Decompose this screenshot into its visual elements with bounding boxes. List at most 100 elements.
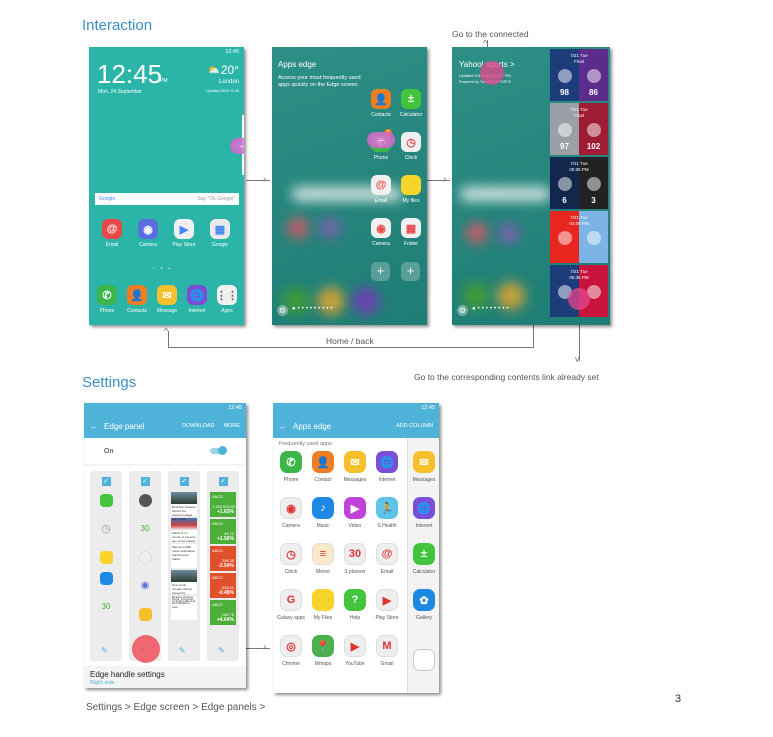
edit-pencil-icon[interactable]: ✎ — [218, 646, 225, 655]
galaxy-apps-icon: G — [280, 589, 302, 611]
grid-app-contact[interactable]: 👤 Contact — [308, 451, 338, 483]
grid-app-memo[interactable]: ≡ Memo — [308, 543, 338, 575]
edge-handle-settings[interactable]: Edge handle settings — [90, 670, 165, 679]
edge-column-app-calculator[interactable]: ± Calculator — [409, 543, 439, 575]
app-label: Camera — [282, 523, 300, 529]
panel-column-stocks[interactable]: ✓ ABCD 1,330,000.00 +1.63% ABCD 34.72 +1.56% A… — [207, 471, 239, 661]
grid-app-chrome[interactable]: ◎ Chrome — [276, 635, 306, 667]
grid-app-s-planner[interactable]: 30 S planner — [340, 543, 370, 575]
on-toggle[interactable] — [210, 446, 227, 455]
contacts-icon: 👤 — [371, 89, 391, 109]
panel-column-apps[interactable]: ✓ ◷ 30 ✎ — [90, 471, 122, 661]
grid-app-galaxy-apps[interactable]: G Galaxy apps — [276, 589, 306, 621]
app-google[interactable]: ▦ Google — [205, 219, 235, 248]
grid-app-music[interactable]: ♪ Music — [308, 497, 338, 529]
dock-apps[interactable]: ⋮⋮ Apps — [212, 285, 242, 314]
email-icon: @ — [102, 219, 122, 239]
app-label: Music — [316, 523, 330, 529]
back-arrow-icon[interactable]: ← — [90, 422, 98, 431]
game-home-team[interactable]: 7/21 Tue 05:35 PM 6 — [550, 157, 589, 209]
app-camera[interactable]: ◉ Camera — [133, 219, 163, 248]
google-search-bar[interactable]: Google Say "Ok Google" — [95, 193, 239, 205]
grid-app-clock[interactable]: ◷ Clock — [276, 543, 306, 575]
settings-gear-icon[interactable]: ⚙ — [457, 305, 468, 316]
checkbox-icon[interactable]: ✓ — [179, 477, 189, 486]
status-time: 12:45 — [421, 405, 435, 411]
play-store-icon: ▶ — [376, 589, 398, 611]
grid-app-email[interactable]: @ Email — [372, 543, 402, 575]
tap-gesture-indicator — [480, 61, 504, 85]
grid-app-phone[interactable]: ✆ Phone — [276, 451, 306, 483]
dock-message[interactable]: ✉ Message — [152, 285, 182, 314]
date: Mon, 24 September — [98, 89, 142, 95]
settings-title: Settings — [82, 374, 137, 391]
edge-app-my-files[interactable]: My files — [396, 175, 426, 204]
game-home-team[interactable]: 7/21 Tue 04:00 PM — [550, 211, 589, 263]
grid-app-play-store[interactable]: ▶ Play Store — [372, 589, 402, 621]
grid-app-camera[interactable]: ◉ Camera — [276, 497, 306, 529]
edge-column-app-internet[interactable]: 🌐 Internet — [409, 497, 439, 529]
add-app-button[interactable]: + — [371, 262, 390, 281]
dock-phone[interactable]: ✆ Phone — [92, 285, 122, 314]
team-logo-icon — [586, 69, 601, 83]
dock-internet[interactable]: 🌐 Internet — [182, 285, 212, 314]
arrow-down-icon: v — [575, 354, 580, 364]
edge-app-contacts[interactable]: 👤 Contacts — [366, 89, 396, 118]
grid-app-internet[interactable]: 🌐 Internet — [372, 451, 402, 483]
grid-app-mmaps[interactable]: 📍 Mmaps — [308, 635, 338, 667]
checkbox-icon[interactable]: ✓ — [140, 477, 150, 486]
blurred-background — [287, 217, 309, 239]
back-arrow-icon[interactable]: ← — [279, 422, 287, 431]
status-time: 12:45 — [225, 49, 239, 55]
panel-column-news[interactable]: ✓ Rockstar releases behind the scenes fo… — [168, 471, 200, 661]
grid-app-messages[interactable]: ✉ Messages — [340, 451, 370, 483]
edge-app-calculator[interactable]: ± Calculator — [396, 89, 426, 118]
calculator-icon: ± — [413, 543, 435, 565]
grid-app-s-health[interactable]: 🏃 S Health — [372, 497, 402, 529]
game-home-team[interactable]: 7/21 Tue Final 97 — [550, 103, 588, 155]
stock-change: -2.54% — [218, 563, 234, 569]
search-hint: Say "Ok Google" — [197, 196, 235, 202]
dock-contacts[interactable]: 👤 Contacts — [122, 285, 152, 314]
music-icon: ♪ — [312, 497, 334, 519]
camera-icon: ◉ — [140, 580, 150, 591]
edit-pencil-icon[interactable]: ✎ — [101, 646, 108, 655]
app-label: Folder — [403, 241, 419, 247]
edge-app-folder[interactable]: ▦ Folder — [396, 218, 426, 247]
empty-slot[interactable] — [413, 649, 435, 671]
grid-app-gmail[interactable]: M Gmail — [372, 635, 402, 667]
header-title: Edge panel — [104, 421, 145, 431]
app-label: Phone — [99, 308, 115, 314]
app-email[interactable]: @ Email — [97, 219, 127, 248]
add-column-button[interactable]: ADD COLUMN — [396, 423, 433, 429]
email-icon: @ — [371, 175, 391, 195]
team-logo-icon — [586, 231, 601, 245]
grid-app-video[interactable]: ▶ Video — [340, 497, 370, 529]
app-label: Contact — [314, 477, 332, 483]
download-button[interactable]: DOWNLOAD — [182, 423, 214, 429]
more-button[interactable]: MORE — [224, 423, 241, 429]
app-play-store[interactable]: ▶ Play Store — [169, 219, 199, 248]
edge-column-app-messages[interactable]: ✉ Messages — [409, 451, 439, 483]
grid-app-my-files[interactable]: My Files — [308, 589, 338, 621]
add-app-button[interactable]: + — [401, 262, 420, 281]
camera-icon: ◉ — [138, 219, 158, 239]
edit-pencil-icon[interactable]: ✎ — [179, 646, 186, 655]
splanner-icon: 30 — [101, 602, 111, 611]
checkbox-icon[interactable]: ✓ — [101, 477, 111, 486]
home-screen-phone: 12:45 12:45 PM Mon, 24 September ⛅ 20° L… — [89, 47, 244, 325]
edge-app-email[interactable]: @ Email — [366, 175, 396, 204]
checkbox-icon[interactable]: ✓ — [218, 477, 228, 486]
page-indicator: ▫•▪ — [153, 266, 177, 272]
grid-app-help[interactable]: ? Help — [340, 589, 370, 621]
game-status: 04:00 PM — [569, 221, 589, 226]
app-label: Play Store — [375, 615, 399, 621]
game-home-team[interactable]: 7/21 Tue Final 98 — [550, 49, 588, 101]
edge-column-app-gallery[interactable]: ✿ Gallery — [409, 589, 439, 621]
edge-app-camera[interactable]: ◉ Camera — [366, 218, 396, 247]
grid-app-youtube[interactable]: ▶ YouTube — [340, 635, 370, 667]
settings-gear-icon[interactable]: ⚙ — [277, 305, 288, 316]
status-time: 12:45 — [228, 405, 242, 411]
panel-column-people[interactable]: ✓ 30 ◉ ✎ — [129, 471, 161, 661]
edge-app-clock[interactable]: ◷ Clock — [396, 132, 426, 161]
